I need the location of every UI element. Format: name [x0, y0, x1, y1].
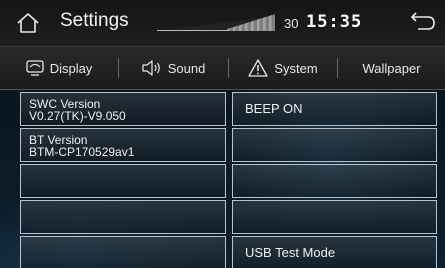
warning-icon	[248, 59, 268, 77]
home-icon[interactable]	[16, 12, 40, 34]
volume-tick	[253, 20, 255, 31]
back-icon[interactable]	[410, 10, 436, 32]
bt-version-item[interactable]: BT Version BTM-CP170529av1	[20, 128, 226, 162]
volume-tick	[249, 21, 251, 31]
tab-sound-label: Sound	[167, 60, 206, 76]
volume-tick	[265, 17, 267, 31]
swc-version-value: V0.27(TK)-V9.050	[29, 109, 126, 123]
tab-display-label: Display	[49, 60, 93, 76]
volume-baseline	[157, 30, 227, 31]
volume-tick	[271, 15, 273, 31]
clock: 15:35	[306, 12, 363, 32]
volume-tick	[266, 16, 268, 31]
volume-tick	[230, 27, 232, 31]
volume-tick	[235, 26, 237, 31]
tab-wallpaper[interactable]: Wallpaper	[338, 47, 445, 89]
volume-tick	[246, 23, 247, 31]
volume-tick	[255, 20, 257, 31]
volume-tick	[251, 21, 252, 31]
tab-system[interactable]: System	[229, 47, 337, 89]
volume-tick	[267, 16, 269, 31]
volume-tick	[231, 27, 233, 31]
volume-tick	[248, 22, 250, 31]
volume-tick	[272, 14, 274, 31]
bt-version-value: BTM-CP170529av1	[29, 145, 135, 159]
volume-level: 30	[284, 16, 299, 31]
volume-tick	[236, 26, 238, 31]
tab-display[interactable]: Display	[0, 47, 118, 89]
volume-tick	[270, 15, 271, 31]
volume-tick	[263, 17, 264, 31]
volume-tick	[233, 27, 234, 31]
page-title: Settings	[60, 10, 129, 31]
volume-tick	[243, 23, 245, 31]
list-item[interactable]	[20, 200, 226, 234]
header-bar: Settings 30 15:35	[0, 0, 445, 47]
volume-tick	[258, 19, 259, 31]
volume-tick	[239, 25, 240, 31]
volume-tick	[254, 20, 256, 31]
list-item[interactable]	[232, 164, 437, 198]
tab-system-label: System	[274, 60, 318, 76]
speaker-icon	[142, 60, 160, 76]
volume-tick	[247, 22, 249, 31]
volume-tick	[245, 23, 246, 31]
tab-wallpaper-label: Wallpaper	[362, 60, 421, 76]
beep-label: BEEP ON	[245, 101, 303, 116]
display-icon	[26, 60, 44, 76]
volume-tick	[273, 14, 275, 31]
list-item[interactable]	[20, 236, 226, 268]
list-item[interactable]	[232, 128, 437, 162]
volume-tick	[241, 24, 243, 31]
volume-tick	[261, 18, 263, 31]
volume-tick	[229, 28, 231, 31]
volume-tick	[259, 18, 261, 31]
volume-tick	[234, 26, 235, 31]
list-item[interactable]	[232, 200, 437, 234]
volume-tick	[240, 24, 241, 31]
volume-tick	[227, 29, 228, 31]
settings-screen: Settings 30 15:35 Display Sound System W…	[0, 0, 445, 268]
volume-tick	[228, 28, 229, 31]
volume-tick	[264, 17, 265, 31]
volume-bar[interactable]	[157, 14, 275, 32]
volume-tick	[269, 15, 270, 31]
swc-version-item[interactable]: SWC Version V0.27(TK)-V9.050	[20, 92, 226, 126]
list-item[interactable]	[20, 164, 226, 198]
usb-test-mode-button[interactable]: USB Test Mode	[232, 236, 437, 268]
volume-tick	[257, 19, 258, 31]
volume-tick	[242, 24, 244, 31]
tab-sound[interactable]: Sound	[119, 47, 228, 89]
tab-bar: Display Sound System Wallpaper	[0, 47, 445, 90]
volume-tick	[260, 18, 262, 31]
beep-toggle[interactable]: BEEP ON	[232, 92, 437, 126]
usb-test-mode-label: USB Test Mode	[245, 245, 336, 260]
volume-tick	[252, 21, 253, 31]
volume-tick	[237, 25, 239, 31]
